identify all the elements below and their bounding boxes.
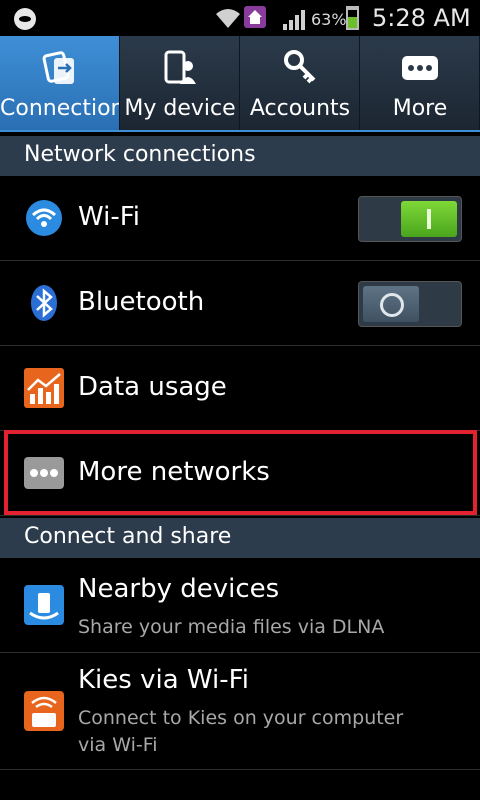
- more-networks-row[interactable]: More networks: [0, 431, 480, 516]
- settings-tab-bar: Connections My device Accounts More: [0, 36, 480, 132]
- wifi-icon: [26, 200, 62, 236]
- wifi-signal-icon: [216, 9, 240, 28]
- kies-title: Kies via Wi-Fi: [78, 665, 249, 695]
- section-header-connect: Connect and share: [0, 518, 480, 558]
- nearby-devices-icon: [24, 585, 64, 625]
- wifi-title: Wi-Fi: [78, 202, 141, 232]
- wifi-row[interactable]: Wi-Fi: [0, 176, 480, 261]
- more-networks-title: More networks: [78, 457, 270, 487]
- tab-label: More: [392, 96, 448, 121]
- nearby-devices-title: Nearby devices: [78, 574, 280, 604]
- section-header-network: Network connections: [0, 136, 480, 176]
- notification-icon: [14, 8, 36, 30]
- more-networks-icon: [24, 457, 64, 489]
- section-title: Network connections: [24, 142, 256, 167]
- kies-subtitle-line1: Connect to Kies on your computer: [78, 707, 404, 729]
- kies-icon: [24, 691, 64, 731]
- kies-row[interactable]: Kies via Wi-Fi Connect to Kies on your c…: [0, 653, 480, 770]
- battery-icon: [346, 6, 359, 30]
- bluetooth-row[interactable]: Bluetooth: [0, 261, 480, 346]
- bluetooth-toggle[interactable]: [358, 281, 462, 327]
- tab-label: Connections: [0, 96, 119, 121]
- status-bar: 63% 5:28 AM: [0, 0, 480, 36]
- connections-icon: [42, 51, 74, 84]
- device-icon: [164, 50, 196, 84]
- tab-connections[interactable]: Connections: [0, 36, 120, 130]
- clock: 5:28 AM: [372, 4, 471, 32]
- home-icon: [244, 6, 266, 28]
- key-icon: [283, 50, 315, 84]
- section-title: Connect and share: [24, 524, 232, 549]
- cell-signal-icon: [283, 10, 305, 30]
- tab-more[interactable]: More: [360, 36, 480, 130]
- bluetooth-title: Bluetooth: [78, 287, 205, 317]
- battery-percent: 63%: [311, 10, 347, 29]
- tab-label: My device: [124, 96, 236, 121]
- kies-subtitle-line2: via Wi-Fi: [78, 734, 158, 756]
- more-dots-icon: [401, 56, 438, 80]
- tab-label: Accounts: [249, 96, 351, 121]
- tab-accounts[interactable]: Accounts: [240, 36, 360, 130]
- data-usage-row[interactable]: Data usage: [0, 346, 480, 431]
- data-usage-title: Data usage: [78, 372, 227, 402]
- nearby-devices-row[interactable]: Nearby devices Share your media files vi…: [0, 558, 480, 653]
- data-usage-icon: [24, 368, 64, 408]
- tab-my-device[interactable]: My device: [120, 36, 240, 130]
- wifi-toggle[interactable]: [358, 196, 462, 242]
- bluetooth-icon: [31, 285, 57, 321]
- nearby-devices-subtitle: Share your media files via DLNA: [78, 616, 385, 638]
